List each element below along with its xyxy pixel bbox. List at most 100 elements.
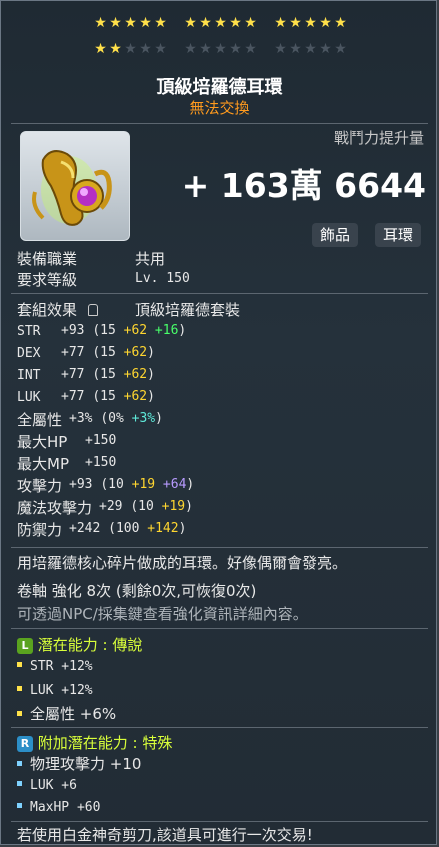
item-icon-frame (20, 131, 130, 241)
star-filled-icon: ★ (289, 15, 302, 31)
divider (11, 727, 428, 728)
star-filled-icon: ★ (184, 15, 197, 31)
star-filled-icon: ★ (94, 41, 107, 57)
stat-name: DEX (17, 346, 41, 361)
stat-row: 最大MP +150 (17, 453, 116, 474)
stat-name: 最大MP (17, 455, 69, 473)
stat-row: 防禦力 +242 (100 +142) (17, 519, 186, 540)
stat-value: +93 (10 +19 +64) (69, 477, 195, 492)
stat-row: 攻擊力 +93 (10 +19 +64) (17, 475, 194, 496)
star-filled-icon: ★ (304, 15, 317, 31)
star-filled-icon: ★ (139, 15, 152, 31)
bullet-icon (17, 781, 22, 786)
legend-grade-icon: L (17, 638, 33, 654)
stat-name: 防禦力 (17, 521, 63, 539)
star-filled-icon: ★ (229, 15, 242, 31)
trade-footer: 若使用白金神奇剪刀,該道具可進行一次交易! (17, 826, 313, 844)
earring-icon (32, 150, 112, 226)
stat-value: +150 (85, 455, 117, 470)
star-empty-icon: ★ (334, 41, 347, 57)
stat-name: 全屬性 (17, 411, 63, 429)
potential-line-text: LUK +12% (30, 683, 93, 698)
stat-name: 攻擊力 (17, 477, 63, 495)
stat-value: +29 (10 +19) (99, 499, 193, 514)
lock-icon (87, 304, 98, 316)
potential-line: 全屬性 +6% (17, 703, 116, 724)
req-job-label: 裝備職業 (17, 250, 78, 268)
potential-line: STR +12% (17, 659, 93, 674)
star-filled-icon: ★ (334, 15, 347, 31)
bullet-icon (17, 761, 22, 766)
stat-value: +242 (100 +142) (69, 521, 187, 536)
bullet-icon (17, 711, 22, 716)
star-empty-icon: ★ (304, 41, 317, 57)
star-filled-icon: ★ (94, 15, 107, 31)
divider (11, 123, 428, 124)
star-filled-icon: ★ (109, 15, 122, 31)
req-job: 裝備職業 共用 (17, 248, 165, 269)
set-effect-label: 套組效果 (17, 301, 78, 319)
stat-row: 全屬性 +3% (0% +3%) (17, 409, 163, 430)
stat-name: STR (17, 324, 41, 339)
potential-header: L 潛在能力 : 傳說 (17, 634, 142, 655)
star-empty-icon: ★ (274, 41, 287, 57)
bullet-icon (17, 803, 22, 808)
stat-value: +77 (15 +62) (61, 367, 155, 382)
star-empty-icon: ★ (229, 41, 242, 57)
stat-row: LUK +77 (15 +62) (17, 387, 155, 405)
star-empty-icon: ★ (184, 41, 197, 57)
req-level: 要求等級 Lv. 150 (17, 269, 190, 290)
potential-line-text: STR +12% (30, 659, 93, 674)
potential-line-text: 全屬性 +6% (30, 705, 117, 723)
star-row-2: ★ ★ ★ ★ ★ ★ ★ ★ ★ ★ ★ ★ ★ ★ ★ (93, 41, 363, 57)
bullet-icon (17, 686, 22, 691)
additional-line: MaxHP +60 (17, 800, 100, 815)
req-level-value: Lv. 150 (135, 271, 190, 286)
divider (11, 821, 428, 822)
divider (11, 547, 428, 548)
stat-name: 魔法攻擊力 (17, 499, 93, 517)
req-level-label: 要求等級 (17, 271, 78, 289)
star-empty-icon: ★ (244, 41, 257, 57)
stat-value: +93 (15 +62 +16) (61, 323, 187, 338)
set-effect-name: 頂級培羅德套裝 (135, 301, 241, 319)
scroll-upgrade-info: 卷軸 強化 8次 (剩餘0次,可恢復0次) (17, 582, 257, 600)
star-filled-icon: ★ (244, 15, 257, 31)
star-filled-icon: ★ (154, 15, 167, 31)
additional-line-text: 物理攻擊力 +10 (30, 755, 142, 773)
stat-value: +77 (15 +62) (61, 389, 155, 404)
stat-name: LUK (17, 390, 41, 405)
additional-line: LUK +6 (17, 778, 77, 793)
stat-value: +77 (15 +62) (61, 345, 155, 360)
stat-name: INT (17, 368, 41, 383)
rare-grade-icon: R (17, 736, 33, 752)
req-job-value: 共用 (135, 250, 166, 268)
star-empty-icon: ★ (214, 41, 227, 57)
star-row-1: ★ ★ ★ ★ ★ ★ ★ ★ ★ ★ ★ ★ ★ ★ ★ (93, 15, 363, 31)
combat-power-label: 戰鬥力提升量 (333, 129, 424, 147)
stat-value: +3% (0% +3%) (69, 411, 163, 426)
stat-row: 最大HP +150 (17, 431, 116, 452)
stat-row: DEX +77 (15 +62) (17, 343, 155, 361)
star-empty-icon: ★ (199, 41, 212, 57)
star-filled-icon: ★ (199, 15, 212, 31)
potential-line: LUK +12% (17, 683, 93, 698)
additional-line-text: MaxHP +60 (30, 800, 101, 815)
star-empty-icon: ★ (124, 41, 137, 57)
star-filled-icon: ★ (124, 15, 137, 31)
potential-title: 潛在能力 : 傳說 (37, 636, 143, 654)
stat-name: 最大HP (17, 433, 68, 451)
set-effect[interactable]: 套組效果 頂級培羅德套裝 (17, 299, 240, 320)
additional-line-text: LUK +6 (30, 778, 77, 793)
star-filled-icon: ★ (109, 41, 122, 57)
combat-power-value: + 163萬 6644 (181, 166, 426, 205)
divider (11, 628, 428, 629)
additional-potential-title: 附加潛在能力 : 特殊 (37, 734, 173, 752)
bullet-icon (17, 662, 22, 667)
additional-potential-header: R 附加潛在能力 : 特殊 (17, 732, 172, 753)
item-name: 頂級培羅德耳環 (156, 77, 283, 98)
star-empty-icon: ★ (319, 41, 332, 57)
stat-row: 魔法攻擊力 +29 (10 +19) (17, 497, 193, 518)
star-empty-icon: ★ (289, 41, 302, 57)
star-filled-icon: ★ (319, 15, 332, 31)
